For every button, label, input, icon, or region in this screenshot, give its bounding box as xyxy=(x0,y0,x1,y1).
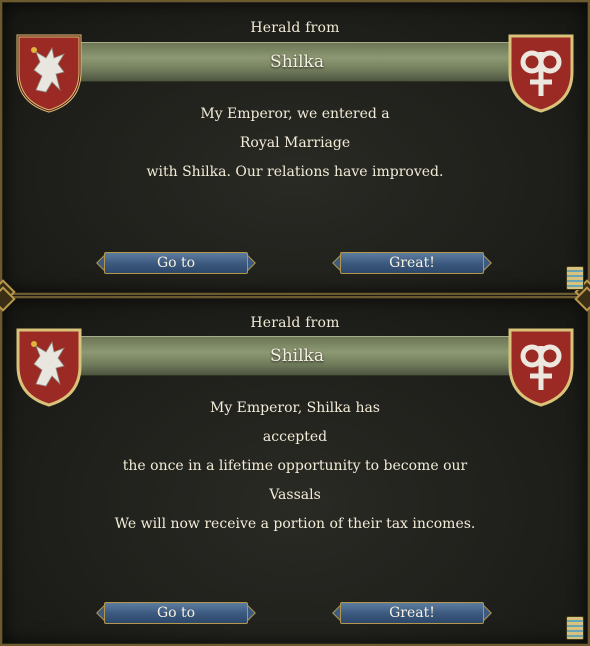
message-text: My Emperor, Shilka has accepted the once… xyxy=(2,394,588,539)
country-banner: Shilka xyxy=(54,42,540,82)
country-banner: Shilka xyxy=(54,336,540,376)
great-label: Great! xyxy=(389,255,435,271)
message-line: My Emperor, we entered a xyxy=(200,106,390,122)
go-to-button[interactable]: Go to xyxy=(96,250,256,276)
go-to-button[interactable]: Go to xyxy=(96,600,256,626)
great-button[interactable]: Great! xyxy=(332,250,492,276)
message-line: the once in a lifetime opportunity to be… xyxy=(122,458,468,474)
country-name: Shilka xyxy=(270,52,324,72)
message-line: accepted xyxy=(262,429,328,445)
great-label: Great! xyxy=(389,605,435,621)
message-text: My Emperor, we entered a Royal Marriage … xyxy=(2,100,588,187)
country-name: Shilka xyxy=(270,346,324,366)
message-line: My Emperor, Shilka has xyxy=(209,400,380,416)
herald-label: Herald from xyxy=(250,20,340,36)
ledger-icon[interactable] xyxy=(566,616,584,640)
message-dialog: Herald from Shilka My Emperor, we entere… xyxy=(0,0,590,305)
great-button[interactable]: Great! xyxy=(332,600,492,626)
message-line: Royal Marriage xyxy=(239,135,351,151)
message-dialog: Herald from Shilka My Emperor, Shilka ha… xyxy=(0,286,590,646)
herald-label: Herald from xyxy=(250,315,340,331)
message-line: We will now receive a portion of their t… xyxy=(114,516,476,532)
message-line: with Shilka. Our relations have improved… xyxy=(146,164,444,180)
go-to-label: Go to xyxy=(156,255,196,271)
go-to-label: Go to xyxy=(156,605,196,621)
ledger-icon[interactable] xyxy=(566,266,584,290)
message-line: Vassals xyxy=(269,487,321,503)
